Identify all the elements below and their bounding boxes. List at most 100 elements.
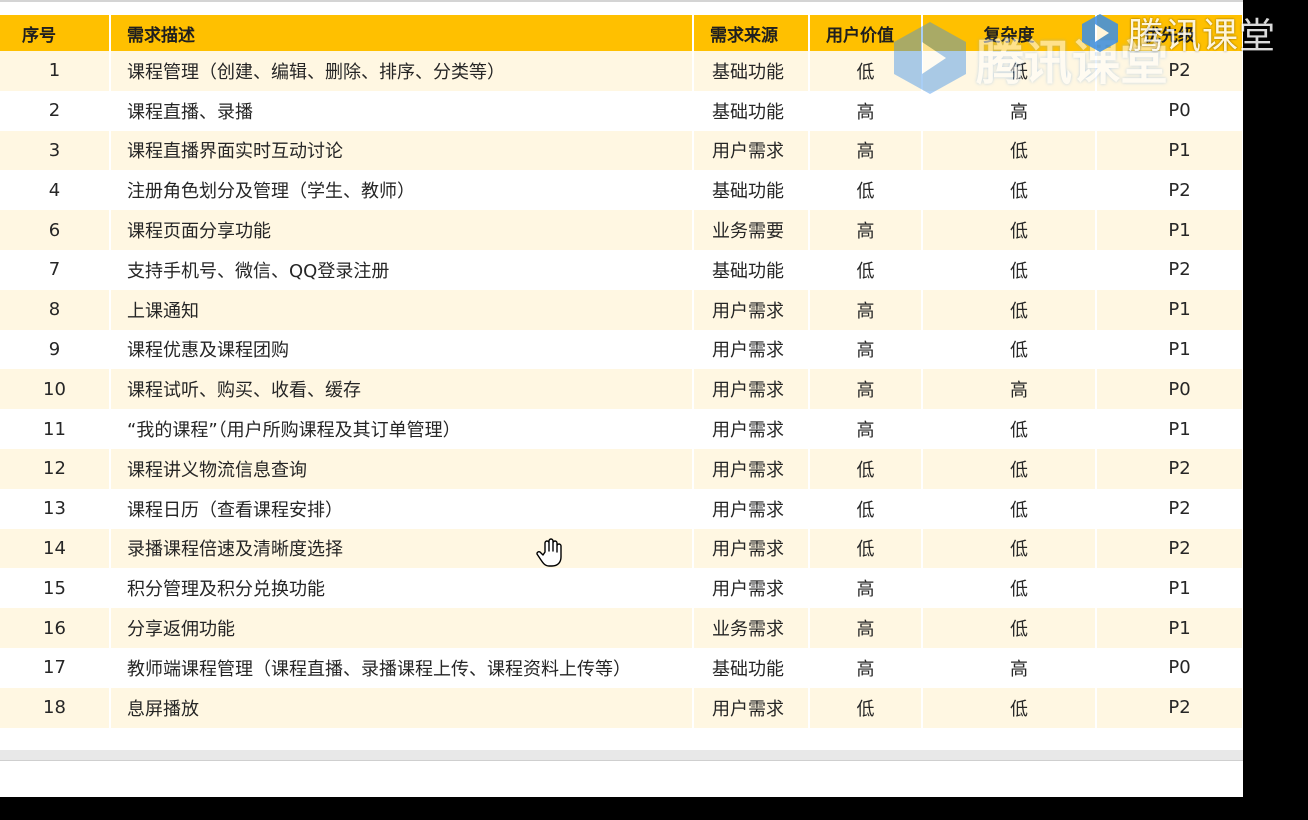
cell-user-value[interactable]: 低 — [809, 448, 923, 489]
cell-source[interactable]: 用户需求 — [693, 568, 810, 609]
cell-index[interactable]: 18 — [0, 687, 111, 728]
cell-description[interactable]: 课程直播界面实时互动讨论 — [110, 130, 694, 171]
cell-user-value[interactable]: 高 — [809, 647, 923, 688]
cell-source[interactable]: 业务需求 — [693, 608, 810, 648]
cell-complexity[interactable]: 低 — [922, 409, 1097, 449]
cell-user-value[interactable]: 高 — [809, 369, 923, 410]
cell-source[interactable]: 业务需要 — [693, 210, 810, 250]
cell-description[interactable]: 分享返佣功能 — [110, 608, 694, 648]
cell-priority[interactable]: P2 — [1096, 170, 1243, 211]
cell-user-value[interactable]: 高 — [809, 210, 923, 250]
cell-description[interactable]: 注册角色划分及管理（学生、教师） — [110, 170, 694, 211]
table-row[interactable]: 18 息屏播放 用户需求低低 P2 — [0, 687, 1243, 728]
cell-priority[interactable]: P0 — [1096, 369, 1243, 410]
cell-user-value[interactable]: 高 — [809, 329, 923, 370]
cell-user-value[interactable]: 低 — [809, 488, 923, 529]
cell-index[interactable]: 3 — [0, 130, 111, 171]
cell-index[interactable]: 4 — [0, 170, 111, 211]
cell-priority[interactable]: P0 — [1096, 647, 1243, 688]
cell-user-value[interactable]: 低 — [809, 170, 923, 211]
table-row[interactable]: 3 课程直播界面实时互动讨论 用户需求高低 P1 — [0, 130, 1243, 171]
cell-user-value[interactable]: 高 — [809, 130, 923, 171]
cell-description[interactable]: 课程优惠及课程团购 — [110, 329, 694, 370]
cell-source[interactable]: 用户需求 — [693, 289, 810, 330]
cell-description[interactable]: 课程直播、录播 — [110, 90, 694, 131]
cell-description[interactable]: “我的课程”（用户所购课程及其订单管理） — [110, 409, 694, 449]
table-row[interactable]: 13 课程日历（查看课程安排） 用户需求低低 P2 — [0, 488, 1243, 529]
cell-source[interactable]: 用户需求 — [693, 329, 810, 370]
cell-priority[interactable]: P1 — [1096, 568, 1243, 609]
table-row[interactable]: 16 分享返佣功能 业务需求高低 P1 — [0, 608, 1243, 648]
cell-complexity[interactable]: 低 — [922, 170, 1097, 211]
cell-source[interactable]: 基础功能 — [693, 51, 810, 91]
cell-priority[interactable]: P1 — [1096, 329, 1243, 370]
cell-source[interactable]: 用户需求 — [693, 409, 810, 449]
cell-priority[interactable]: P1 — [1096, 409, 1243, 449]
cell-description[interactable]: 课程管理（创建、编辑、删除、排序、分类等） — [110, 51, 694, 91]
cell-user-value[interactable]: 高 — [809, 289, 923, 330]
cell-priority[interactable]: P2 — [1096, 528, 1243, 569]
cell-source[interactable]: 用户需求 — [693, 528, 810, 569]
table-row[interactable]: 17 教师端课程管理（课程直播、录播课程上传、课程资料上传等） 基础功能高高 P0 — [0, 647, 1243, 688]
cell-index[interactable]: 8 — [0, 289, 111, 330]
cell-description[interactable]: 支持手机号、微信、QQ登录注册 — [110, 249, 694, 290]
cell-priority[interactable]: P1 — [1096, 289, 1243, 330]
header-description[interactable]: 需求描述 — [110, 15, 694, 51]
cell-source[interactable]: 基础功能 — [693, 170, 810, 211]
header-index[interactable]: 序号 — [0, 15, 111, 51]
cell-complexity[interactable]: 低 — [922, 130, 1097, 171]
cell-user-value[interactable]: 低 — [809, 687, 923, 728]
cell-priority[interactable]: P1 — [1096, 210, 1243, 250]
cell-description[interactable]: 课程讲义物流信息查询 — [110, 448, 694, 489]
cell-source[interactable]: 用户需求 — [693, 369, 810, 410]
cell-index[interactable]: 14 — [0, 528, 111, 569]
cell-description[interactable]: 上课通知 — [110, 289, 694, 330]
cell-source[interactable]: 用户需求 — [693, 130, 810, 171]
cell-user-value[interactable]: 低 — [809, 249, 923, 290]
cell-index[interactable]: 10 — [0, 369, 111, 410]
cell-index[interactable]: 16 — [0, 608, 111, 648]
cell-complexity[interactable]: 低 — [922, 528, 1097, 569]
cell-complexity[interactable]: 低 — [922, 488, 1097, 529]
cell-complexity[interactable]: 低 — [922, 568, 1097, 609]
cell-description[interactable]: 课程页面分享功能 — [110, 210, 694, 250]
cell-source[interactable]: 基础功能 — [693, 249, 810, 290]
table-row[interactable]: 7 支持手机号、微信、QQ登录注册 基础功能低低 P2 — [0, 249, 1243, 290]
table-row[interactable]: 12 课程讲义物流信息查询 用户需求低低 P2 — [0, 448, 1243, 489]
cell-complexity[interactable]: 低 — [922, 329, 1097, 370]
cell-complexity[interactable]: 低 — [922, 249, 1097, 290]
cell-complexity[interactable]: 高 — [922, 369, 1097, 410]
cell-description[interactable]: 录播课程倍速及清晰度选择 — [110, 528, 694, 569]
cell-source[interactable]: 用户需求 — [693, 448, 810, 489]
cell-priority[interactable]: P2 — [1096, 687, 1243, 728]
table-row[interactable]: 15 积分管理及积分兑换功能 用户需求高低 P1 — [0, 568, 1243, 609]
table-row[interactable]: 6 课程页面分享功能 业务需要高低 P1 — [0, 210, 1243, 250]
cell-complexity[interactable]: 低 — [922, 210, 1097, 250]
cell-source[interactable]: 基础功能 — [693, 647, 810, 688]
cell-source[interactable]: 用户需求 — [693, 687, 810, 728]
table-row[interactable]: 10 课程试听、购买、收看、缓存 用户需求高高 P0 — [0, 369, 1243, 410]
cell-index[interactable]: 9 — [0, 329, 111, 370]
cell-complexity[interactable]: 低 — [922, 448, 1097, 489]
cell-description[interactable]: 课程日历（查看课程安排） — [110, 488, 694, 529]
cell-user-value[interactable]: 低 — [809, 528, 923, 569]
table-row[interactable]: 4 注册角色划分及管理（学生、教师） 基础功能低低 P2 — [0, 170, 1243, 211]
cell-index[interactable]: 11 — [0, 409, 111, 449]
cell-source[interactable]: 基础功能 — [693, 90, 810, 131]
cell-complexity[interactable]: 低 — [922, 687, 1097, 728]
cell-index[interactable]: 6 — [0, 210, 111, 250]
cell-source[interactable]: 用户需求 — [693, 488, 810, 529]
cell-index[interactable]: 13 — [0, 488, 111, 529]
cell-priority[interactable]: P2 — [1096, 448, 1243, 489]
cell-priority[interactable]: P1 — [1096, 608, 1243, 648]
cell-description[interactable]: 积分管理及积分兑换功能 — [110, 568, 694, 609]
cell-index[interactable]: 2 — [0, 90, 111, 131]
header-source[interactable]: 需求来源 — [693, 15, 810, 51]
cell-priority[interactable]: P2 — [1096, 249, 1243, 290]
table-row[interactable]: 11 “我的课程”（用户所购课程及其订单管理） 用户需求高低 P1 — [0, 409, 1243, 449]
cell-index[interactable]: 17 — [0, 647, 111, 688]
cell-index[interactable]: 12 — [0, 448, 111, 489]
table-row[interactable]: 9 课程优惠及课程团购 用户需求高低 P1 — [0, 329, 1243, 370]
cell-priority[interactable]: P2 — [1096, 488, 1243, 529]
cell-index[interactable]: 1 — [0, 51, 111, 91]
